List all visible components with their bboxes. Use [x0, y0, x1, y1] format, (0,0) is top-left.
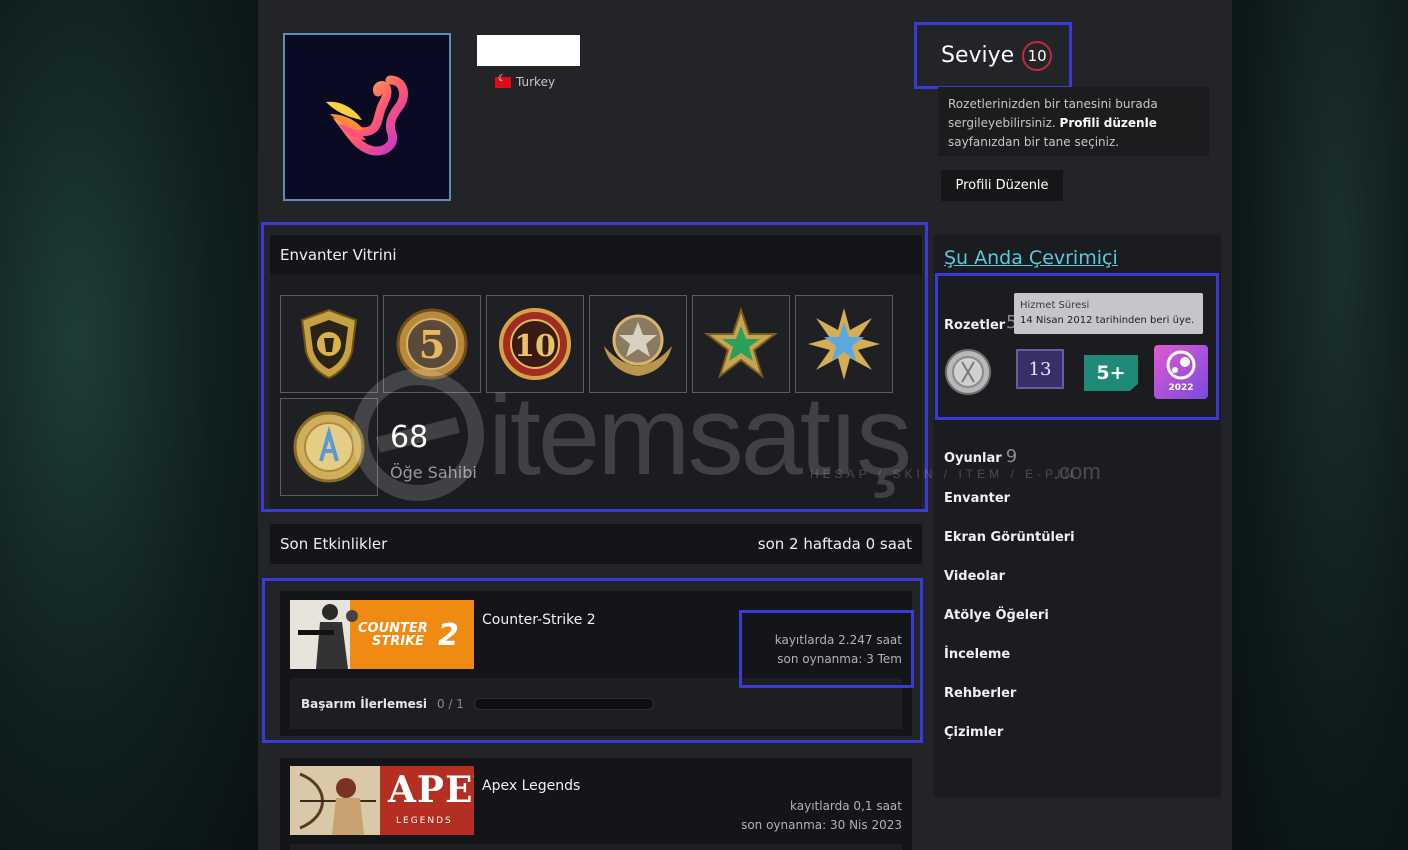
profile-page: Turkey Seviye 10 Rozetlerinizden bir tan…: [258, 0, 1232, 850]
online-status: Şu Anda Çevrimiçi: [944, 247, 1118, 269]
apex-banner-text-1: APEX: [388, 769, 474, 811]
sidebar-item-artwork[interactable]: Çizimler: [944, 725, 1003, 740]
games-label: Oyunlar: [944, 451, 1002, 466]
sidebar-item-guides[interactable]: Rehberler: [944, 686, 1016, 701]
profile-name-redacted: [477, 35, 580, 66]
watermark-domain: .com: [1053, 459, 1101, 484]
background-left: [0, 0, 258, 850]
sidebar-item-workshop[interactable]: Atölye Öğeleri: [944, 608, 1049, 623]
highlight-outline: [935, 273, 1219, 420]
edit-profile-button[interactable]: Profili Düzenle: [941, 170, 1063, 201]
profile-country: Turkey: [495, 74, 556, 89]
sidebar-item-inventory[interactable]: Envanter: [944, 491, 1010, 506]
turkey-flag-icon: [495, 74, 511, 88]
swan-logo-icon: [326, 75, 409, 156]
sidebar-item-games[interactable]: Oyunlar 9: [944, 446, 1017, 467]
sidebar-item-videos[interactable]: Videolar: [944, 569, 1005, 584]
recent-activity-summary: son 2 haftada 0 saat: [757, 535, 912, 553]
game-name[interactable]: Apex Legends: [482, 778, 580, 794]
recent-activity-header: Son Etkinlikler son 2 haftada 0 saat: [270, 524, 922, 564]
highlight-outline: [739, 610, 914, 688]
sidebar-item-screenshots[interactable]: Ekran Görüntüleri: [944, 530, 1075, 545]
avatar[interactable]: [283, 33, 451, 201]
apex-banner-text-2: LEGENDS: [396, 816, 453, 826]
game-last-played: son oynanma: 30 Nis 2023: [741, 818, 902, 832]
country-label: Turkey: [516, 75, 556, 89]
apex-banner[interactable]: APEX LEGENDS: [290, 766, 474, 835]
archer-art-icon: [299, 772, 376, 835]
level-panel: Seviye 10: [914, 22, 1072, 89]
games-count: 9: [1005, 446, 1018, 467]
game-playtime: kayıtlarda 0,1 saat son oynanma: 30 Nis …: [712, 797, 902, 835]
sidebar-item-reviews[interactable]: İnceleme: [944, 647, 1010, 662]
level-badge[interactable]: 10: [1022, 40, 1053, 71]
hint-edit-profile-link[interactable]: Profili düzenle: [1060, 116, 1157, 130]
achievement-progress-partial: [290, 844, 902, 850]
hint-text-2: sayfanızdan bir tane seçiniz.: [948, 135, 1120, 149]
recent-activity-title: Son Etkinlikler: [280, 535, 388, 553]
level-label: Seviye: [941, 43, 1015, 68]
background-right: [1232, 0, 1408, 850]
game-hours: kayıtlarda 0,1 saat: [790, 799, 902, 813]
watermark-subtext: HESAP / SKIN / ITEM / E-PIN: [810, 467, 1078, 481]
favorite-badge-hint: Rozetlerinizden bir tanesini burada serg…: [938, 87, 1209, 156]
